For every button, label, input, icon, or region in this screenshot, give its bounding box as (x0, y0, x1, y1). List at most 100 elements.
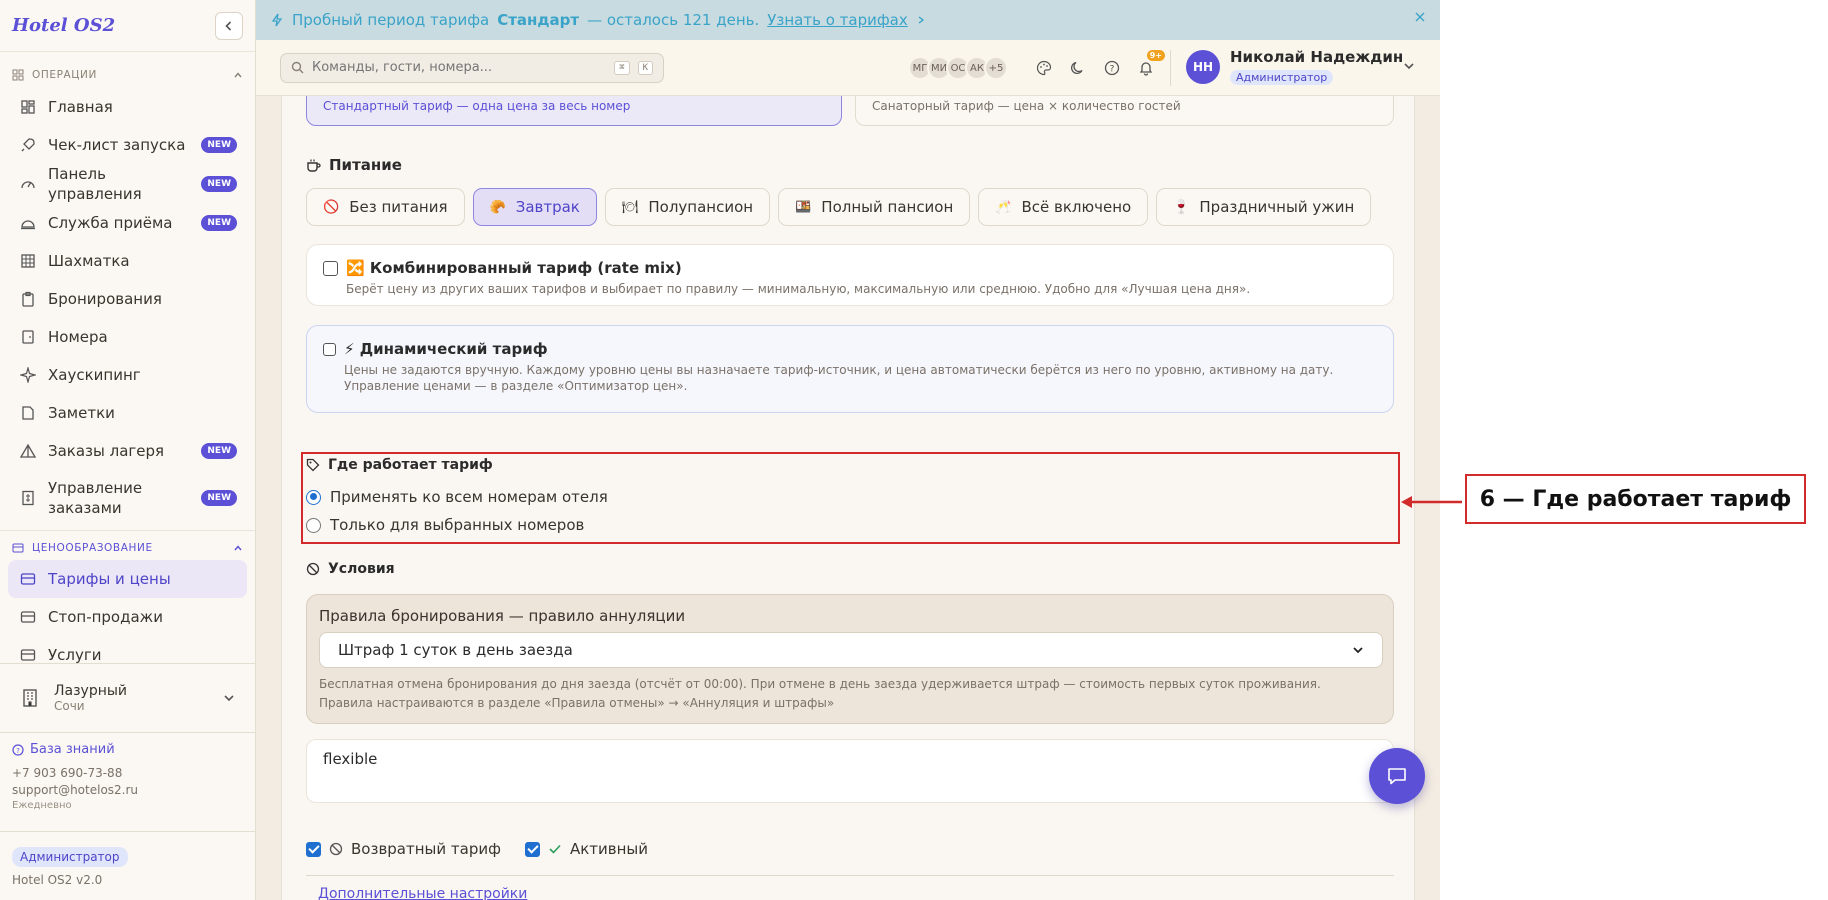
meal-option-festive-dinner[interactable]: 🍷 Праздничный ужин (1156, 188, 1372, 226)
sidebar-item-front-desk[interactable]: Служба приёма NEW (8, 204, 247, 242)
rate-code-value: flexible (323, 750, 378, 768)
pricing-info-link[interactable]: Узнать о тарифах (767, 11, 908, 29)
chevron-down-icon[interactable] (1403, 60, 1415, 72)
new-badge: NEW (201, 443, 237, 459)
cancellation-policy-select[interactable]: Штраф 1 суток в день заезда (319, 632, 1383, 668)
refundable-option[interactable]: Возвратный тариф (306, 840, 501, 858)
annotation-label: 6 — Где работает тариф (1479, 486, 1792, 512)
door-icon (22, 330, 34, 344)
chat-bubble-icon (1388, 768, 1406, 785)
active-label: Активный (569, 840, 648, 858)
sidebar-item-rates[interactable]: Тарифы и цены (8, 560, 247, 598)
meal-option-full-board[interactable]: 🍱 Полный пансион (778, 188, 971, 226)
rate-code-field[interactable]: flexible (306, 739, 1394, 803)
rate-type-standard-card[interactable]: Стандартный тариф — одна цена за весь но… (306, 96, 842, 126)
support-phone[interactable]: +7 903 690-73-88 (12, 766, 138, 780)
radio-apply-all-control[interactable] (306, 489, 321, 505)
theme-palette-button[interactable] (1031, 55, 1057, 81)
radio-apply-all-rooms[interactable]: Применять ко всем номерам отеля (306, 488, 608, 506)
sidebar-item-camp-orders[interactable]: Заказы лагеря NEW (8, 432, 247, 470)
radio-selected-control[interactable] (306, 517, 321, 533)
new-badge: NEW (201, 215, 237, 231)
hotel-switcher[interactable]: Лазурный Сочи (0, 663, 255, 733)
user-menu[interactable]: НН Николай Надеждин Администратор (1186, 48, 1403, 85)
cancellation-policy-value: Штраф 1 суток в день заезда (338, 641, 573, 659)
tag-icon (306, 458, 320, 472)
hotel-city: Сочи (54, 699, 85, 713)
dynamic-rate-desc: Цены не задаются вручную. Каждому уровню… (344, 363, 1334, 393)
champagne-icon: 🥂 (995, 199, 1012, 215)
sidebar-item-bookings[interactable]: Бронирования (8, 280, 247, 318)
bento-icon: 🍱 (795, 199, 812, 215)
receipt-icon (22, 490, 34, 506)
meals-section-title: Питание (306, 156, 402, 174)
dynamic-rate-checkbox[interactable] (323, 342, 336, 356)
meal-option-none[interactable]: 🚫 Без питания (306, 188, 465, 226)
sidebar-item-launch-checklist[interactable]: Чек-лист запуска NEW (8, 126, 247, 164)
online-users[interactable]: МГ МИ ОС АК +5 (908, 56, 1008, 80)
sidebar-item-stop-sales[interactable]: Стоп-продажи (8, 598, 247, 636)
app-logo[interactable]: Hotel OS2 (12, 15, 115, 36)
support-email[interactable]: support@hotelos2.ru (12, 783, 138, 797)
ban-icon (329, 842, 343, 856)
meal-option-all-inclusive[interactable]: 🥂 Всё включено (978, 188, 1149, 226)
sidebar-item-label: Управление заказами (48, 479, 143, 517)
knowledge-base-link[interactable]: ? База знаний (12, 742, 138, 757)
moon-icon (1071, 61, 1083, 75)
plate-icon: 🍽 (621, 199, 639, 215)
chat-button[interactable] (1369, 748, 1425, 804)
bell-service-icon (21, 220, 35, 230)
gauge-icon (21, 181, 35, 189)
command-search[interactable]: ⌘ K (280, 52, 664, 83)
nav-pricing: Тарифы и цены Стоп-продажи Услуги (0, 560, 255, 674)
sidebar-item-label: Бронирования (48, 290, 162, 308)
sidebar-item-label: Главная (48, 98, 113, 116)
sidebar-item-notes[interactable]: Заметки (8, 394, 247, 432)
search-input[interactable] (312, 60, 607, 75)
active-option[interactable]: Активный (524, 840, 648, 858)
sidebar-item-room-grid[interactable]: Шахматка (8, 242, 247, 280)
additional-settings-link[interactable]: Дополнительные настройки (318, 886, 527, 900)
chevron-up-icon (234, 72, 242, 78)
rate-mix-checkbox[interactable] (323, 260, 338, 276)
new-badge: NEW (201, 176, 237, 192)
radio-apply-all-label: Применять ко всем номерам отеля (330, 488, 608, 506)
card-icon (12, 543, 24, 552)
refundable-checkbox[interactable] (306, 841, 321, 857)
sidebar-item-home[interactable]: Главная (8, 88, 247, 126)
collapse-sidebar-button[interactable] (215, 11, 243, 40)
rate-type-sanatorium-card[interactable]: Санаторный тариф — цена × количество гос… (855, 96, 1394, 126)
sidebar-item-order-management[interactable]: Управление заказами NEW (8, 470, 247, 526)
more-users-count[interactable]: +5 (984, 56, 1008, 80)
hotel-name: Лазурный (54, 683, 128, 699)
sidebar-item-label: Стоп-продажи (48, 608, 163, 626)
help-button[interactable]: ? (1099, 55, 1125, 81)
rate-mix-option: 🔀 Комбинированный тариф (rate mix) Берёт… (306, 244, 1394, 306)
section-operations-label: ОПЕРАЦИИ (32, 69, 97, 81)
sidebar-item-housekeeping[interactable]: Хаускипинг (8, 356, 247, 394)
sidebar-item-rooms[interactable]: Номера (8, 318, 247, 356)
notifications-button[interactable]: 9+ (1133, 50, 1165, 81)
chevron-up-icon (234, 544, 242, 550)
radio-selected-rooms[interactable]: Только для выбранных номеров (306, 516, 584, 534)
help-circle-icon: ? (12, 743, 24, 756)
meal-option-breakfast[interactable]: 🥐 Завтрак (472, 188, 597, 226)
clipboard-icon (22, 291, 34, 307)
trial-banner: Пробный период тарифа Стандарт — осталос… (256, 0, 1440, 40)
sidebar: Hotel OS2 ОПЕРАЦИИ Главная Чек-лист запу… (0, 0, 256, 900)
conditions-title: Условия (328, 561, 395, 577)
wine-glass-icon: 🍷 (1173, 199, 1190, 215)
active-checkbox[interactable] (524, 841, 540, 857)
help-circle-icon: ? (1104, 60, 1120, 76)
section-pricing[interactable]: ЦЕНООБРАЗОВАНИЕ (0, 530, 255, 560)
header-divider (1170, 50, 1171, 86)
sidebar-item-control-panel[interactable]: Панель управления NEW (8, 164, 247, 204)
section-operations[interactable]: ОПЕРАЦИИ (0, 62, 255, 88)
sparkle-icon (20, 367, 36, 383)
conditions-section-title: Условия (306, 561, 395, 577)
close-banner-icon[interactable] (1414, 11, 1426, 23)
dashboard-icon (21, 100, 35, 114)
dark-mode-button[interactable] (1065, 55, 1091, 81)
new-badge: NEW (201, 490, 237, 506)
meal-option-half-board[interactable]: 🍽 Полупансион (604, 188, 771, 226)
